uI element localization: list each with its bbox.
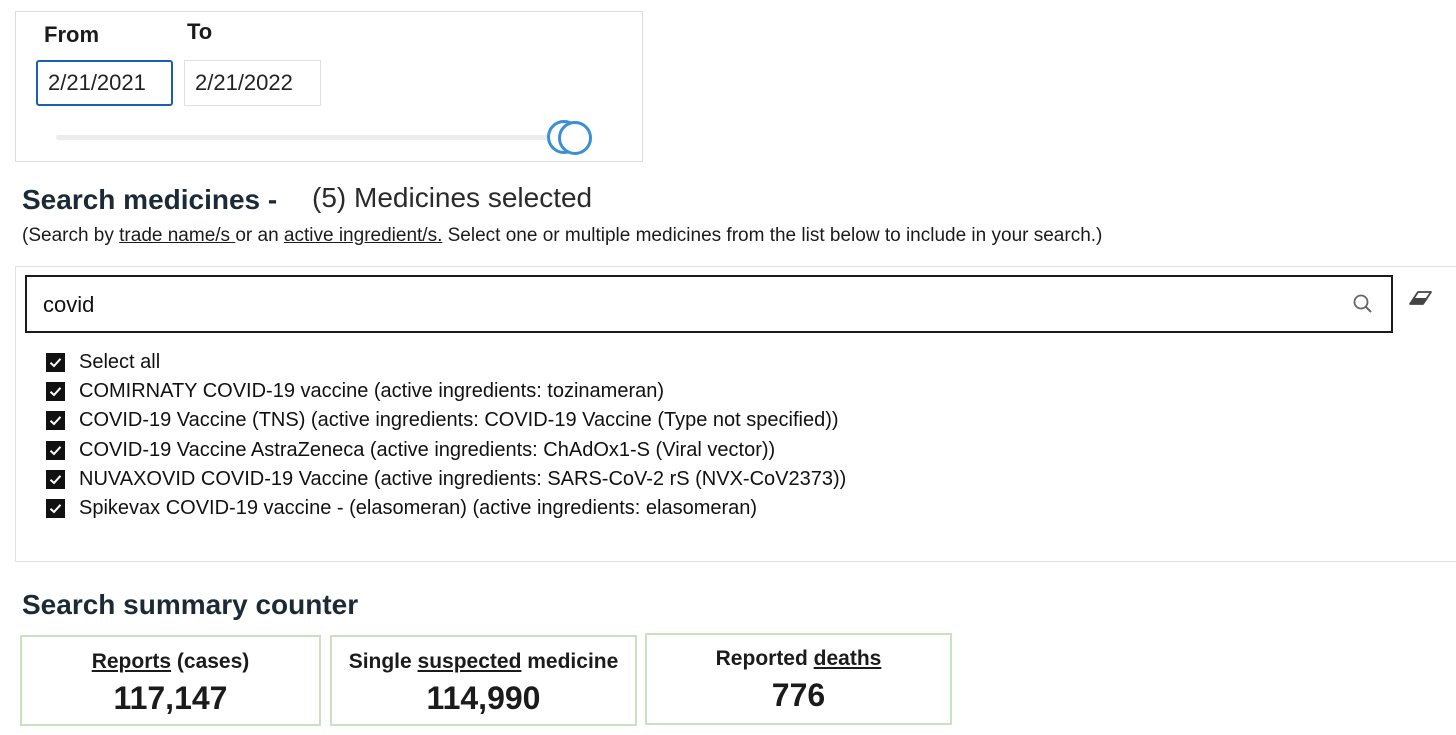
option-label: COMIRNATY COVID-19 vaccine (active ingre… xyxy=(79,379,665,402)
search-box xyxy=(25,275,1393,333)
date-range-panel: From To xyxy=(15,11,643,162)
suspected-link[interactable]: suspected xyxy=(418,650,522,673)
checkbox[interactable] xyxy=(46,352,65,372)
help-middle: or an xyxy=(235,225,284,246)
single-label-pre: Single xyxy=(348,650,418,673)
medicine-option[interactable]: NUVAXOVID COVID-19 Vaccine (active ingre… xyxy=(46,466,846,492)
date-slider-track[interactable] xyxy=(56,135,576,140)
search-medicines-title: Search medicines - xyxy=(22,184,278,215)
checkmark-icon xyxy=(49,445,62,455)
single-suspected-label: Single suspected medicine xyxy=(332,650,635,674)
reports-label-rest: (cases) xyxy=(171,650,250,673)
deaths-label-pre: Reported xyxy=(715,647,814,670)
date-slider-start-handle[interactable] xyxy=(558,121,592,155)
from-date-input[interactable] xyxy=(36,60,173,106)
checkbox[interactable] xyxy=(46,410,65,430)
deaths-link[interactable]: deaths xyxy=(814,647,882,670)
single-suspected-counter-card: Single suspected medicine 114,990 xyxy=(330,635,637,726)
medicines-selected-count: (5) Medicines selected xyxy=(312,182,593,213)
option-label: Spikevax COVID-19 vaccine - (elasomeran)… xyxy=(79,496,758,519)
reports-value: 117,147 xyxy=(113,680,228,716)
reports-link[interactable]: Reports xyxy=(92,650,171,673)
search-icon[interactable] xyxy=(1352,293,1374,320)
checkmark-icon xyxy=(49,415,62,425)
reports-counter-card: Reports (cases) 117,147 xyxy=(20,635,321,726)
to-date-input[interactable] xyxy=(184,60,321,106)
checkmark-icon xyxy=(49,474,62,484)
medicine-search-panel: Select all COMIRNATY COVID-19 vaccine (ac… xyxy=(15,266,1456,562)
checkmark-icon xyxy=(49,357,62,367)
medicine-option[interactable]: COMIRNATY COVID-19 vaccine (active ingre… xyxy=(46,378,664,404)
to-label: To xyxy=(187,19,213,44)
checkbox[interactable] xyxy=(46,440,65,460)
active-ingredient-link[interactable]: active ingredient/s. xyxy=(284,225,442,246)
option-label: COVID-19 Vaccine (TNS) (active ingredien… xyxy=(79,408,839,431)
medicine-search-input[interactable] xyxy=(41,285,1325,325)
checkmark-icon xyxy=(49,503,62,513)
deaths-counter-card: Reported deaths 776 xyxy=(645,633,952,725)
checkbox[interactable] xyxy=(46,381,65,401)
checkmark-icon xyxy=(49,386,62,396)
from-label: From xyxy=(44,22,99,47)
medicine-option[interactable]: Spikevax COVID-19 vaccine - (elasomeran)… xyxy=(46,495,757,521)
medicine-option[interactable]: COVID-19 Vaccine (TNS) (active ingredien… xyxy=(46,407,839,433)
medicine-option[interactable]: COVID-19 Vaccine AstraZeneca (active ing… xyxy=(46,437,775,463)
deaths-value: 776 xyxy=(771,677,826,713)
option-label: COVID-19 Vaccine AstraZeneca (active ing… xyxy=(79,438,776,461)
single-suspected-value: 114,990 xyxy=(426,680,541,716)
search-help-text: (Search by trade name/s or an active ing… xyxy=(22,225,1102,247)
trade-name-link[interactable]: trade name/s xyxy=(119,225,235,246)
eraser-icon[interactable] xyxy=(1406,288,1434,313)
reports-label: Reports (cases) xyxy=(22,650,319,674)
checkbox[interactable] xyxy=(46,469,65,489)
option-label: Select all xyxy=(79,350,161,373)
help-suffix: Select one or multiple medicines from th… xyxy=(442,225,1103,246)
search-summary-title: Search summary counter xyxy=(22,589,359,620)
option-label: NUVAXOVID COVID-19 Vaccine (active ingre… xyxy=(79,467,847,490)
single-label-post: medicine xyxy=(521,650,619,673)
deaths-label: Reported deaths xyxy=(647,647,950,671)
select-all-option[interactable]: Select all xyxy=(46,349,160,375)
checkbox[interactable] xyxy=(46,498,65,518)
help-prefix: (Search by xyxy=(22,225,120,246)
